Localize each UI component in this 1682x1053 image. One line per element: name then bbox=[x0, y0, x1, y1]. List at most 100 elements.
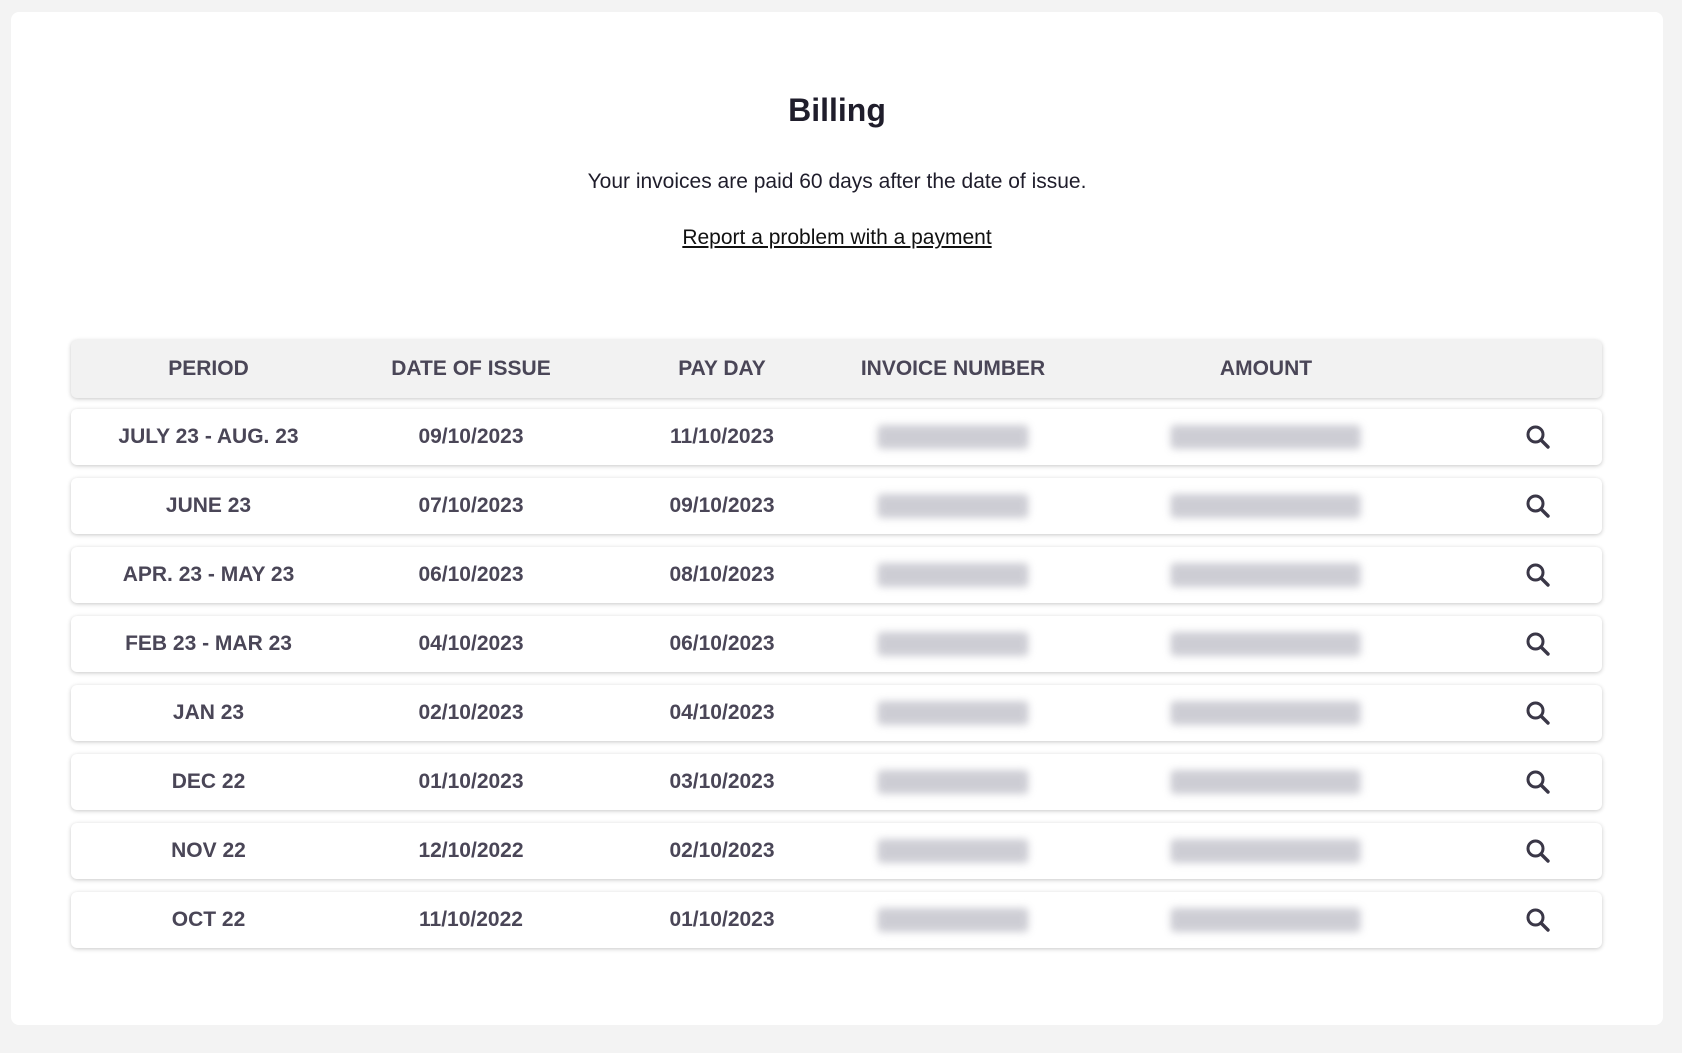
cell-invoice-number-redacted bbox=[848, 839, 1058, 864]
report-problem-paragraph: Report a problem with a payment bbox=[11, 226, 1663, 250]
redacted-invoice-number bbox=[878, 425, 1028, 450]
cell-invoice-number-redacted bbox=[848, 632, 1058, 657]
view-invoice-button[interactable] bbox=[1518, 555, 1558, 595]
redacted-amount bbox=[1171, 563, 1361, 588]
redacted-amount bbox=[1171, 770, 1361, 795]
redacted-invoice-number bbox=[878, 632, 1028, 657]
cell-amount-redacted bbox=[1058, 425, 1474, 450]
cell-date-of-issue: 06/10/2023 bbox=[418, 563, 524, 586]
search-icon bbox=[1526, 770, 1550, 794]
column-header-pay-day: PAY DAY bbox=[678, 357, 766, 380]
cell-period: JAN 23 bbox=[172, 701, 245, 724]
search-icon bbox=[1526, 908, 1550, 932]
redacted-amount bbox=[1171, 839, 1361, 864]
cell-amount-redacted bbox=[1058, 563, 1474, 588]
redacted-invoice-number bbox=[878, 494, 1028, 519]
cell-actions bbox=[1474, 555, 1602, 595]
redacted-invoice-number bbox=[878, 908, 1028, 933]
cell-period: JULY 23 - AUG. 23 bbox=[118, 425, 299, 448]
redacted-invoice-number bbox=[878, 701, 1028, 726]
view-invoice-button[interactable] bbox=[1518, 486, 1558, 526]
cell-period: OCT 22 bbox=[171, 908, 246, 931]
cell-actions bbox=[1474, 762, 1602, 802]
cell-period: APR. 23 - MAY 23 bbox=[122, 563, 295, 586]
table-row: JULY 23 - AUG. 23 09/10/2023 11/10/2023 bbox=[71, 409, 1602, 465]
cell-date-of-issue: 12/10/2022 bbox=[418, 839, 524, 862]
redacted-amount bbox=[1171, 425, 1361, 450]
table-row: DEC 22 01/10/2023 03/10/2023 bbox=[71, 754, 1602, 810]
view-invoice-button[interactable] bbox=[1518, 624, 1558, 664]
cell-pay-day: 03/10/2023 bbox=[669, 770, 775, 793]
cell-actions bbox=[1474, 831, 1602, 871]
cell-period: FEB 23 - MAR 23 bbox=[125, 632, 292, 655]
cell-pay-day: 06/10/2023 bbox=[669, 632, 775, 655]
table-row: OCT 22 11/10/2022 01/10/2023 bbox=[71, 892, 1602, 948]
page-subtitle: Your invoices are paid 60 days after the… bbox=[587, 170, 1087, 193]
cell-actions bbox=[1474, 900, 1602, 940]
cell-period: JUNE 23 bbox=[165, 494, 252, 517]
table-row: NOV 22 12/10/2022 02/10/2023 bbox=[71, 823, 1602, 879]
cell-pay-day: 04/10/2023 bbox=[669, 701, 775, 724]
redacted-amount bbox=[1171, 632, 1361, 657]
search-icon bbox=[1526, 632, 1550, 656]
column-header-period: PERIOD bbox=[168, 357, 249, 380]
cell-invoice-number-redacted bbox=[848, 908, 1058, 933]
table-row: APR. 23 - MAY 23 06/10/2023 08/10/2023 bbox=[71, 547, 1602, 603]
page-title: Billing bbox=[788, 92, 886, 128]
cell-pay-day: 08/10/2023 bbox=[669, 563, 775, 586]
table-header: PERIOD DATE OF ISSUE PAY DAY INVOICE NUM… bbox=[71, 340, 1602, 398]
table-row: JUNE 23 07/10/2023 09/10/2023 bbox=[71, 478, 1602, 534]
cell-amount-redacted bbox=[1058, 908, 1474, 933]
cell-amount-redacted bbox=[1058, 839, 1474, 864]
search-icon bbox=[1526, 839, 1550, 863]
redacted-amount bbox=[1171, 701, 1361, 726]
cell-period: DEC 22 bbox=[171, 770, 246, 793]
redacted-invoice-number bbox=[878, 839, 1028, 864]
search-icon bbox=[1526, 701, 1550, 725]
redacted-invoice-number bbox=[878, 563, 1028, 588]
view-invoice-button[interactable] bbox=[1518, 693, 1558, 733]
cell-date-of-issue: 04/10/2023 bbox=[418, 632, 524, 655]
cell-invoice-number-redacted bbox=[848, 425, 1058, 450]
cell-date-of-issue: 09/10/2023 bbox=[418, 425, 524, 448]
cell-pay-day: 09/10/2023 bbox=[669, 494, 775, 517]
view-invoice-button[interactable] bbox=[1518, 417, 1558, 457]
invoices-table: PERIOD DATE OF ISSUE PAY DAY INVOICE NUM… bbox=[71, 340, 1602, 961]
cell-amount-redacted bbox=[1058, 701, 1474, 726]
cell-date-of-issue: 11/10/2022 bbox=[419, 908, 523, 931]
cell-amount-redacted bbox=[1058, 494, 1474, 519]
column-header-invoice-number: INVOICE NUMBER bbox=[860, 357, 1046, 380]
cell-date-of-issue: 02/10/2023 bbox=[418, 701, 524, 724]
search-icon bbox=[1526, 425, 1550, 449]
cell-invoice-number-redacted bbox=[848, 563, 1058, 588]
cell-actions bbox=[1474, 624, 1602, 664]
cell-period: NOV 22 bbox=[171, 839, 246, 862]
cell-amount-redacted bbox=[1058, 770, 1474, 795]
billing-card: Billing Your invoices are paid 60 days a… bbox=[11, 12, 1663, 1025]
table-row: FEB 23 - MAR 23 04/10/2023 06/10/2023 bbox=[71, 616, 1602, 672]
cell-date-of-issue: 01/10/2023 bbox=[418, 770, 524, 793]
cell-date-of-issue: 07/10/2023 bbox=[418, 494, 524, 517]
view-invoice-button[interactable] bbox=[1518, 762, 1558, 802]
cell-pay-day: 02/10/2023 bbox=[669, 839, 775, 862]
cell-invoice-number-redacted bbox=[848, 770, 1058, 795]
table-row: JAN 23 02/10/2023 04/10/2023 bbox=[71, 685, 1602, 741]
report-problem-link[interactable]: Report a problem with a payment bbox=[682, 226, 991, 249]
cell-actions bbox=[1474, 486, 1602, 526]
column-header-date-of-issue: DATE OF ISSUE bbox=[391, 357, 551, 380]
view-invoice-button[interactable] bbox=[1518, 831, 1558, 871]
search-icon bbox=[1526, 563, 1550, 587]
search-icon bbox=[1526, 494, 1550, 518]
view-invoice-button[interactable] bbox=[1518, 900, 1558, 940]
cell-amount-redacted bbox=[1058, 632, 1474, 657]
redacted-amount bbox=[1171, 908, 1361, 933]
cell-pay-day: 11/10/2023 bbox=[670, 425, 774, 448]
redacted-amount bbox=[1171, 494, 1361, 519]
cell-invoice-number-redacted bbox=[848, 701, 1058, 726]
redacted-invoice-number bbox=[878, 770, 1028, 795]
cell-pay-day: 01/10/2023 bbox=[669, 908, 775, 931]
cell-actions bbox=[1474, 693, 1602, 733]
column-header-amount: AMOUNT bbox=[1219, 357, 1313, 380]
cell-invoice-number-redacted bbox=[848, 494, 1058, 519]
cell-actions bbox=[1474, 417, 1602, 457]
